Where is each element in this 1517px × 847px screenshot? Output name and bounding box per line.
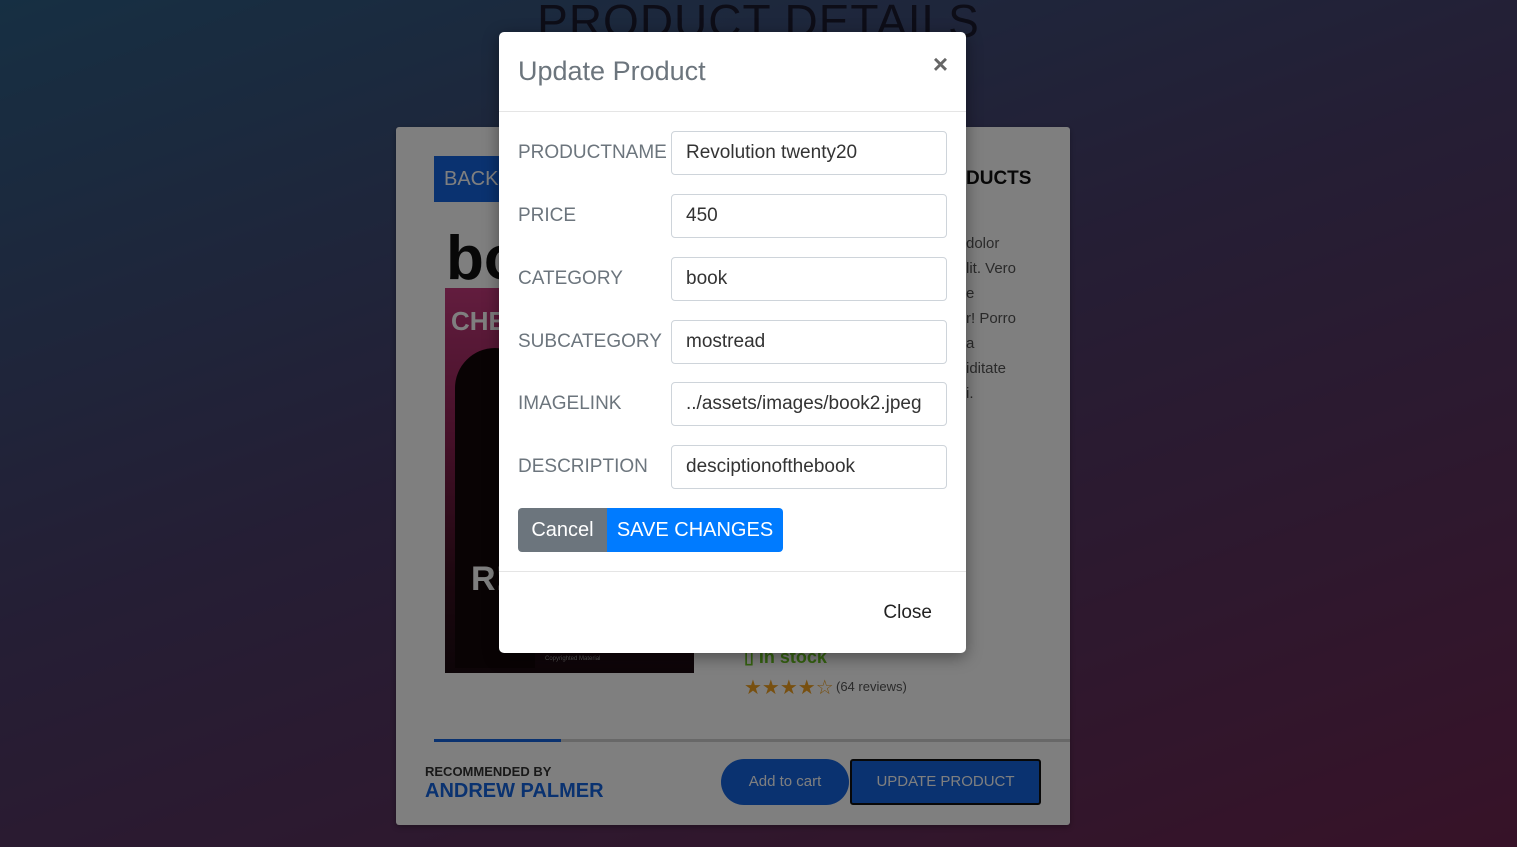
subcategory-input[interactable] (671, 320, 947, 364)
subcategory-label: SUBCATEGORY (518, 331, 662, 352)
form-row-productname: PRODUCTNAME (518, 131, 947, 175)
form-row-category: CATEGORY (518, 257, 947, 301)
productname-input[interactable] (671, 131, 947, 175)
category-input[interactable] (671, 257, 947, 301)
modal-title: Update Product (518, 56, 706, 86)
form-row-description: DESCRIPTION (518, 445, 947, 489)
save-changes-button[interactable]: SAVE CHANGES (607, 508, 783, 552)
update-product-modal: Update Product × PRODUCTNAME PRICE CATEG… (499, 32, 966, 653)
imagelink-label: IMAGELINK (518, 393, 622, 414)
description-label: DESCRIPTION (518, 456, 648, 477)
category-label: CATEGORY (518, 268, 623, 289)
imagelink-input[interactable] (671, 382, 947, 426)
close-button[interactable]: Close (883, 602, 932, 624)
close-icon[interactable]: × (933, 50, 948, 78)
form-row-price: PRICE (518, 194, 947, 238)
modal-header: Update Product × (499, 32, 966, 112)
description-input[interactable] (671, 445, 947, 489)
cancel-button[interactable]: Cancel (518, 508, 607, 552)
price-label: PRICE (518, 205, 577, 226)
price-input[interactable] (671, 194, 947, 238)
form-row-subcategory: SUBCATEGORY (518, 320, 947, 364)
modal-footer: Close (499, 571, 966, 653)
productname-label: PRODUCTNAME (518, 142, 667, 163)
form-row-imagelink: IMAGELINK (518, 382, 947, 426)
